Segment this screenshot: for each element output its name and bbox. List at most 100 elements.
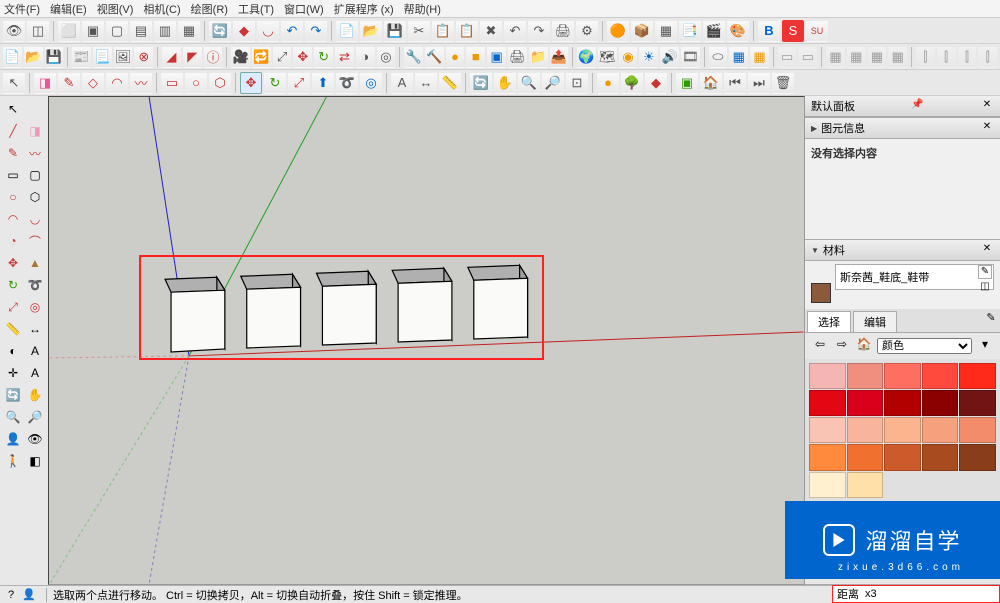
trash-icon[interactable]: 🗑: [772, 72, 794, 94]
color-swatch[interactable]: [959, 390, 996, 416]
materials-header[interactable]: ▼ 材料 ✕: [805, 240, 1000, 261]
seg3-icon[interactable]: ⫿: [958, 46, 977, 68]
tab-select[interactable]: 选择: [807, 311, 851, 332]
menu-window[interactable]: 窗口(W): [284, 1, 324, 17]
mat-fwd-icon[interactable]: ⇨: [833, 337, 851, 355]
shape-icon[interactable]: ◇: [82, 72, 104, 94]
menu-file[interactable]: 文件(F): [4, 1, 40, 17]
open-icon[interactable]: 📂: [360, 20, 382, 42]
circle-icon[interactable]: ○: [185, 72, 207, 94]
color-swatch[interactable]: [847, 417, 884, 443]
front-view-icon[interactable]: ▢: [106, 20, 128, 42]
pencil-icon[interactable]: ✎: [58, 72, 80, 94]
print-icon[interactable]: 🖨: [552, 20, 574, 42]
3d-viewport[interactable]: [48, 96, 805, 585]
circle2-icon[interactable]: ○: [3, 187, 23, 207]
materials-close-icon[interactable]: ✕: [980, 243, 994, 257]
color-swatch[interactable]: [922, 390, 959, 416]
info-icon[interactable]: ⓘ: [204, 46, 223, 68]
color-swatch[interactable]: [959, 417, 996, 443]
menu-ext[interactable]: 扩展程序 (x): [334, 1, 394, 17]
open2-icon[interactable]: 📂: [24, 46, 43, 68]
new-icon[interactable]: 📄: [336, 20, 358, 42]
sel-icon[interactable]: ↖: [3, 99, 23, 119]
color-swatch[interactable]: [847, 444, 884, 470]
scale-icon[interactable]: ⤢: [273, 46, 292, 68]
pp-icon[interactable]: ▲: [25, 253, 45, 273]
pan-icon[interactable]: ✋: [494, 72, 516, 94]
freehand-icon[interactable]: 〰: [130, 72, 152, 94]
menu-draw[interactable]: 绘图(R): [191, 1, 228, 17]
bluebox-icon[interactable]: ▣: [487, 46, 506, 68]
move-icon[interactable]: ✥: [240, 72, 262, 94]
export2-icon[interactable]: 📤: [550, 46, 569, 68]
entity-info-header[interactable]: ▶ 图元信息 ✕: [805, 118, 1000, 139]
color-swatch[interactable]: [884, 363, 921, 389]
pushpull-icon[interactable]: ◆: [233, 20, 255, 42]
text-icon[interactable]: A: [391, 72, 413, 94]
color-swatch[interactable]: [959, 363, 996, 389]
film-icon[interactable]: 🎞: [681, 46, 700, 68]
mat-back-icon[interactable]: ⇦: [811, 337, 829, 355]
back-view-icon[interactable]: ▥: [154, 20, 176, 42]
rot-icon[interactable]: ↻: [314, 46, 333, 68]
material-name-field[interactable]: 斯奈茜_鞋底_鞋带: [835, 264, 994, 290]
tray-close-icon[interactable]: ✕: [980, 99, 994, 113]
softedge-icon[interactable]: ●: [597, 72, 619, 94]
tray-header[interactable]: 默认面板 📌 ✕: [805, 96, 1000, 117]
greenbox-icon[interactable]: ▣: [676, 72, 698, 94]
scene-icon[interactable]: 🎬: [703, 20, 725, 42]
section3-icon[interactable]: ◧: [25, 451, 45, 471]
add-page-icon[interactable]: 📰: [72, 46, 91, 68]
current-material-swatch[interactable]: [811, 283, 831, 303]
right-view-icon[interactable]: ▤: [130, 20, 152, 42]
follow-icon[interactable]: ➰: [25, 275, 45, 295]
followme-icon[interactable]: ➰: [336, 72, 358, 94]
arc2-icon[interactable]: ◠: [106, 72, 128, 94]
menu-help[interactable]: 帮助(H): [404, 1, 441, 17]
offset2-icon[interactable]: ◎: [360, 72, 382, 94]
sendback-icon[interactable]: ⏮: [724, 72, 746, 94]
layers-icon[interactable]: ▦: [729, 46, 748, 68]
rot3-icon[interactable]: ↻: [3, 275, 23, 295]
rotate2-icon[interactable]: ↻: [264, 72, 286, 94]
create-material-icon[interactable]: ✎: [978, 265, 992, 279]
win2-icon[interactable]: ▭: [798, 46, 817, 68]
mat-home-icon[interactable]: 🏠: [855, 337, 873, 355]
menu-view[interactable]: 视图(V): [97, 1, 134, 17]
color-swatch[interactable]: [884, 417, 921, 443]
material-collection-dropdown[interactable]: 颜色: [877, 338, 972, 354]
user-status-icon[interactable]: 👤: [22, 588, 36, 602]
grid4-icon[interactable]: ▦: [888, 46, 907, 68]
scale3-icon[interactable]: ⤢: [3, 297, 23, 317]
color-swatch[interactable]: [847, 390, 884, 416]
sphere-icon[interactable]: ●: [446, 46, 465, 68]
section2-icon[interactable]: ◤: [183, 46, 202, 68]
sample-paint-icon[interactable]: ✎: [982, 311, 1000, 327]
line-icon[interactable]: ╱: [3, 121, 23, 141]
layersg-icon[interactable]: ▦: [750, 46, 769, 68]
grid1-icon[interactable]: ▦: [826, 46, 845, 68]
globe-icon[interactable]: 🌍: [577, 46, 596, 68]
component-icon[interactable]: ▦: [655, 20, 677, 42]
3parc-icon[interactable]: ◡: [25, 209, 45, 229]
orbit3-icon[interactable]: 🔄: [3, 385, 23, 405]
help-icon[interactable]: ?: [4, 588, 18, 602]
delete-icon[interactable]: ✖: [480, 20, 502, 42]
delete2-icon[interactable]: ⊗: [134, 46, 153, 68]
erase-icon[interactable]: ◨: [25, 121, 45, 141]
freehand2-icon[interactable]: 〰: [25, 143, 45, 163]
zoomext2-icon[interactable]: 🔎: [25, 407, 45, 427]
color-swatch[interactable]: [922, 363, 959, 389]
select-arrow-icon[interactable]: ↖: [3, 72, 25, 94]
map-icon[interactable]: 🗺: [598, 46, 617, 68]
zoomwin-icon[interactable]: ⊡: [566, 72, 588, 94]
color-swatch[interactable]: [884, 444, 921, 470]
collapse2-icon[interactable]: ▼: [811, 246, 819, 255]
pan2-icon[interactable]: ✋: [25, 385, 45, 405]
walk-icon[interactable]: 🚶: [3, 451, 23, 471]
zoom2-icon[interactable]: 🔍: [3, 407, 23, 427]
tape-icon[interactable]: 📏: [439, 72, 461, 94]
span-icon[interactable]: ◉: [619, 46, 638, 68]
rect-icon[interactable]: ▭: [161, 72, 183, 94]
